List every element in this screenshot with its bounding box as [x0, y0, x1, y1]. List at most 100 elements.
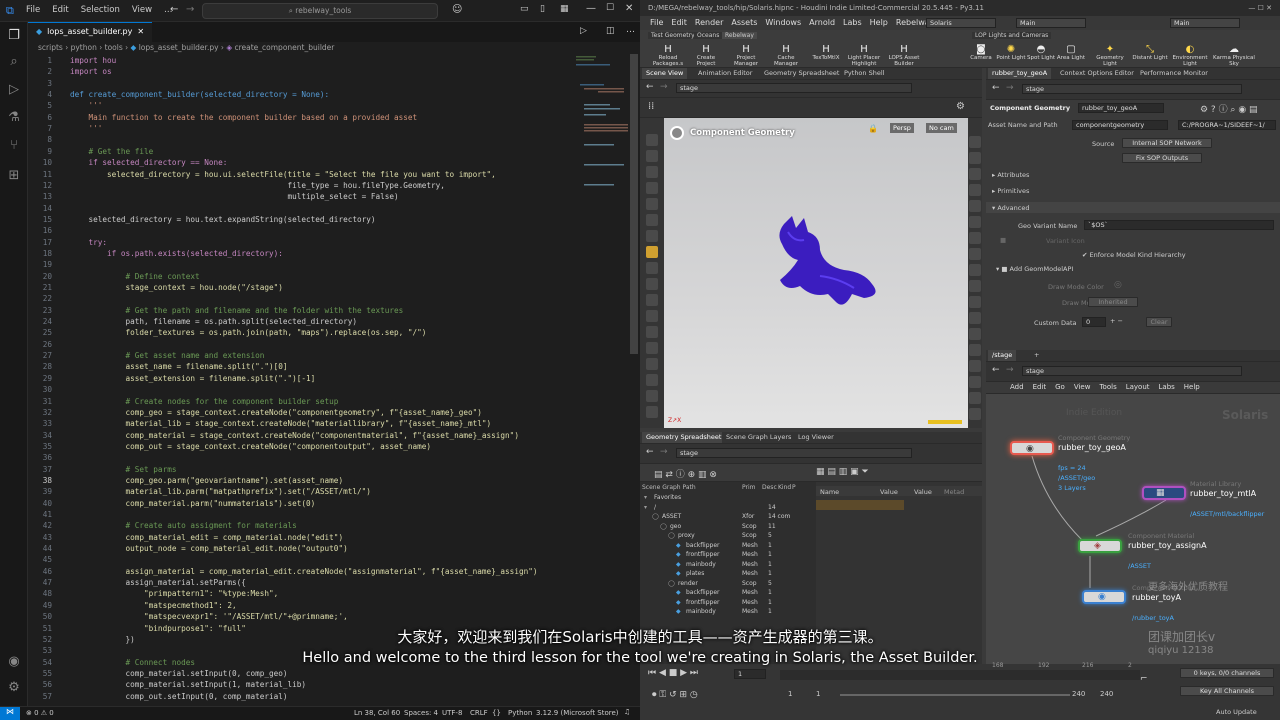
language-mode[interactable]: Python: [508, 709, 532, 717]
code-line[interactable]: "bindpurpose1": "full": [70, 624, 246, 633]
code-line[interactable]: assign_material = comp_material_edit.cre…: [70, 567, 538, 576]
code-line[interactable]: asset_extension = filename.split(".")[-1…: [70, 374, 316, 383]
tool-spot-light[interactable]: ◓ Spot Light: [1026, 44, 1056, 61]
viewport-tool-icon[interactable]: [646, 406, 658, 418]
asset-name-field[interactable]: componentgeometry: [1072, 120, 1168, 130]
desktop-select[interactable]: Solaris: [926, 18, 996, 28]
tool-environment-light[interactable]: ◐ Environment Light: [1170, 44, 1210, 67]
breadcrumb-scripts[interactable]: scripts: [38, 43, 63, 52]
display-option-icon[interactable]: [969, 248, 981, 260]
code-editor[interactable]: 1 import hou 2 import os 3 4 def create_compon…: [28, 54, 628, 706]
display-option-icon[interactable]: [969, 312, 981, 324]
fix-sop-outputs-button[interactable]: Fix SOP Outputs: [1122, 153, 1202, 163]
code-line[interactable]: # Set parms: [70, 465, 177, 474]
forward-arrow-icon[interactable]: →: [660, 82, 668, 92]
tool-reload-packages[interactable]: H Reload Packages.s: [650, 44, 686, 67]
viewport-tool-icon[interactable]: [646, 262, 658, 274]
network-path-field[interactable]: stage: [1022, 366, 1242, 376]
layout-panel-icon[interactable]: ▭: [520, 4, 529, 14]
hmenu-edit[interactable]: Edit: [671, 18, 687, 27]
braces-icon[interactable]: {}: [492, 709, 501, 717]
source-menu[interactable]: Internal SOP Network: [1122, 138, 1212, 148]
sg-tree-row[interactable]: ▾ Favorites: [640, 494, 816, 504]
sg-tree-row[interactable]: ◆ plates Mesh 1: [640, 570, 816, 580]
persp-menu[interactable]: Persp: [890, 123, 914, 133]
tool-area-light[interactable]: ▢ Area Light: [1056, 44, 1086, 61]
viewport-tool-icon[interactable]: [646, 166, 658, 178]
custom-data-stepper[interactable]: + −: [1110, 317, 1123, 325]
display-option-icon[interactable]: [969, 184, 981, 196]
shelf-tab-rebelway[interactable]: Rebelway: [722, 32, 757, 39]
clear-button[interactable]: Clear: [1146, 317, 1172, 327]
code-line[interactable]: try:: [70, 238, 108, 247]
net-menu-help[interactable]: Help: [1184, 383, 1200, 391]
playback-controls[interactable]: ⏮ ◀ ■ ▶ ⏭: [648, 668, 698, 678]
asset-path-field[interactable]: C:/PROGRA~1/SIDEEF~1/: [1178, 120, 1276, 130]
net-menu-tools[interactable]: Tools: [1099, 383, 1116, 391]
code-line[interactable]: ''': [70, 101, 103, 110]
breadcrumb-tools[interactable]: tools: [105, 43, 123, 52]
breadcrumb-file[interactable]: lops_asset_builder.py: [139, 43, 219, 52]
copilot-icon[interactable]: ☺: [452, 4, 462, 15]
code-line[interactable]: multiple_select = False): [70, 192, 399, 201]
code-line[interactable]: comp_out = stage_context.createNode("com…: [70, 442, 431, 451]
sg-tree-row[interactable]: ◯ ASSET Xfor 14 com: [640, 513, 816, 523]
code-line[interactable]: # Define context: [70, 272, 200, 281]
python-version[interactable]: 3.12.9 (Microsoft Store): [536, 709, 619, 717]
auto-update-menu[interactable]: Auto Update: [1216, 708, 1257, 716]
sg-tree-row[interactable]: ◯ geo Scop 11: [640, 523, 816, 533]
hmenu-file[interactable]: File: [650, 18, 663, 27]
viewport-tool-icon[interactable]: [646, 134, 658, 146]
hmenu-arnold[interactable]: Arnold: [809, 18, 835, 27]
sg-tree-row[interactable]: ◆ frontflipper Mesh 1: [640, 551, 816, 561]
code-line[interactable]: path, filename = os.path.split(selected_…: [70, 317, 357, 326]
layout-custom-icon[interactable]: ▦: [560, 4, 569, 14]
primitives-folder[interactable]: ▸ Primitives: [992, 187, 1029, 195]
net-menu-go[interactable]: Go: [1055, 383, 1065, 391]
tool-geometry-light[interactable]: ✦ Geometry Light: [1092, 44, 1128, 67]
code-line[interactable]: comp_geo = stage_context.createNode("com…: [70, 408, 482, 417]
tool-project-manager[interactable]: H Project Manager: [728, 44, 764, 67]
enforce-checkbox[interactable]: ✔ Enforce Model Kind Hierarchy: [1082, 251, 1186, 259]
viewport-tool-icon[interactable]: [646, 342, 658, 354]
forward-arrow-icon[interactable]: →: [660, 447, 668, 457]
tab-geometry-spreadsheet[interactable]: Geometry Spreadsheet: [760, 68, 844, 79]
current-frame-field[interactable]: 1: [734, 669, 766, 679]
sg-tree-row[interactable]: ◆ frontflipper Mesh 1: [640, 599, 816, 609]
code-line[interactable]: "primpattern1": "%type:Mesh",: [70, 589, 278, 598]
display-option-icon[interactable]: [969, 152, 981, 164]
tool-textomtlx[interactable]: H TexToMtlX: [808, 44, 844, 61]
tab-geometry-spreadsheet-2[interactable]: Geometry Spreadsheet: [642, 432, 726, 443]
viewport-tool-icon[interactable]: [646, 374, 658, 386]
viewport-tool-icon[interactable]: [646, 150, 658, 162]
line-ending[interactable]: CRLF: [470, 709, 488, 717]
tool-distant-light[interactable]: ⤡ Distant Light: [1132, 44, 1168, 61]
back-arrow-icon[interactable]: ←: [646, 82, 654, 92]
attributes-folder[interactable]: ▸ Attributes: [992, 171, 1029, 179]
display-option-icon[interactable]: [969, 280, 981, 292]
tool-lops-asset-builder[interactable]: H LOPS Asset Builder: [886, 44, 922, 67]
net-menu-view[interactable]: View: [1074, 383, 1091, 391]
sg-path-field[interactable]: stage: [676, 448, 912, 458]
viewport-tool-icon[interactable]: [646, 198, 658, 210]
viewport-tool-icon[interactable]: [646, 390, 658, 402]
code-line[interactable]: "matspecvexpr1": '"/ASSET/mtl/"+@primnam…: [70, 612, 348, 621]
code-line[interactable]: # Create nodes for the component builder…: [70, 397, 339, 406]
viewport-tool-icon[interactable]: [646, 278, 658, 290]
key-icon[interactable]: ⌐: [1140, 674, 1148, 684]
viewport-tool-icon[interactable]: [646, 230, 658, 242]
hmenu-labs[interactable]: Labs: [843, 18, 862, 27]
display-option-icon[interactable]: [969, 168, 981, 180]
node-rubber-toy-geoa[interactable]: ◉: [1010, 441, 1054, 455]
display-option-icon[interactable]: [969, 296, 981, 308]
sg-tree-row[interactable]: ◆ backflipper Mesh 1: [640, 589, 816, 599]
viewport-tool-icon[interactable]: [646, 294, 658, 306]
main-select[interactable]: Main: [1016, 18, 1086, 28]
editor-scrollbar[interactable]: [630, 54, 638, 354]
code-line[interactable]: comp_material = stage_context.createNode…: [70, 431, 519, 440]
code-line[interactable]: comp_material.parm("nummaterials").set(0…: [70, 499, 316, 508]
tool-cache-manager[interactable]: H Cache Manager: [768, 44, 804, 67]
code-line[interactable]: comp_material.setInput(1, material_lib): [70, 680, 307, 689]
display-option-icon[interactable]: [969, 328, 981, 340]
node-rubber-toya[interactable]: ◉: [1082, 590, 1126, 604]
